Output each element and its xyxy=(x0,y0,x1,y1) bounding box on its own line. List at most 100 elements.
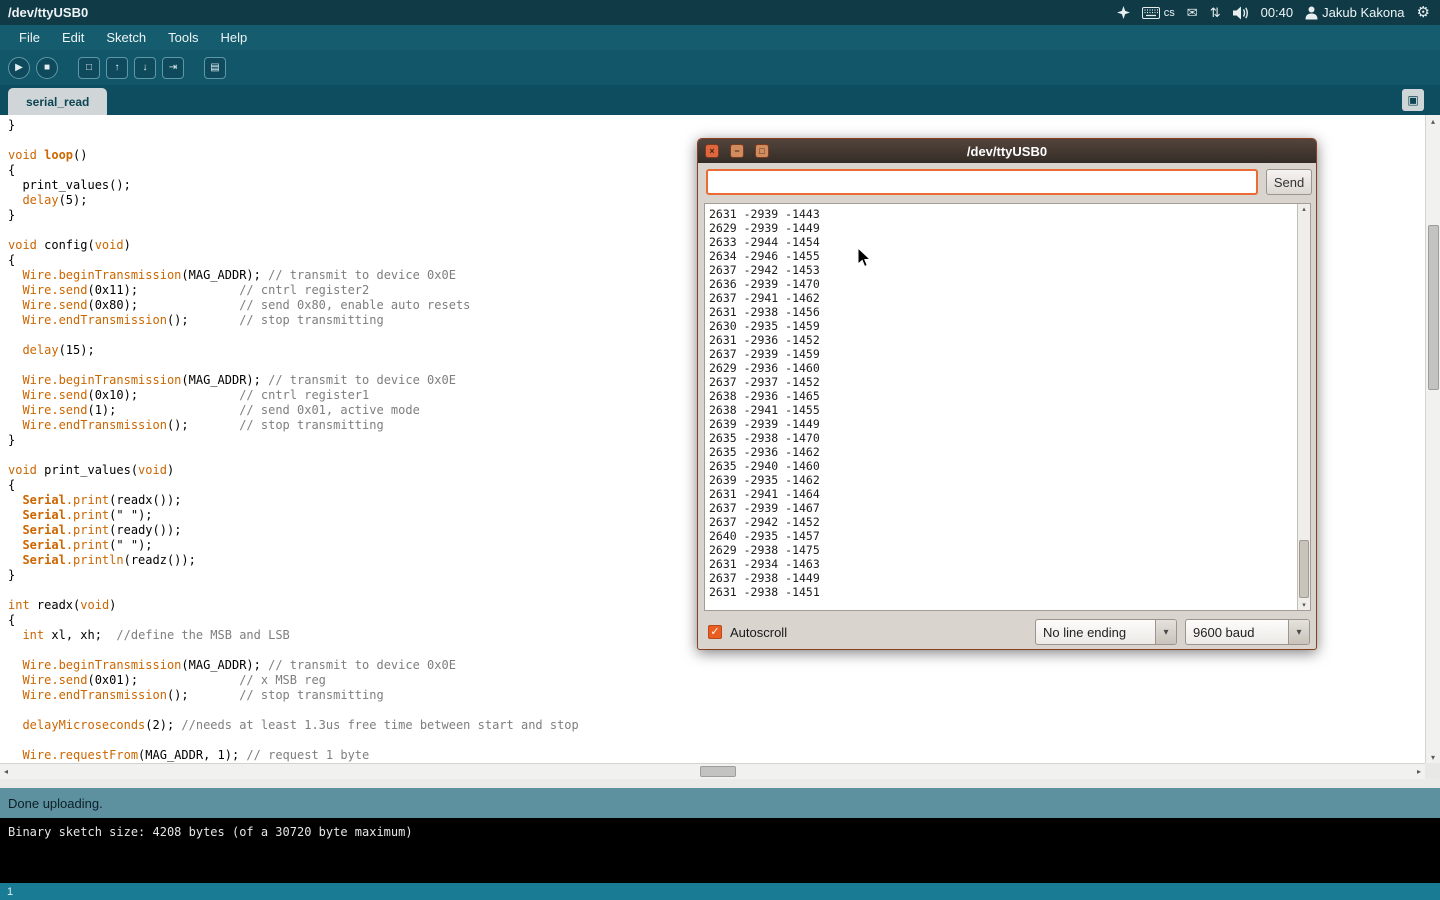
scroll-right-button[interactable]: ▸ xyxy=(1413,764,1425,779)
save-button[interactable]: ↓ xyxy=(134,57,156,79)
serial-output-line: 2637 -2939 -1459 xyxy=(709,347,820,361)
user-menu[interactable]: Jakub Kakona xyxy=(1305,5,1404,20)
code-line: void config(void) xyxy=(8,238,579,253)
serial-output-line: 2631 -2941 -1464 xyxy=(709,487,820,501)
upload-button[interactable]: ⇥ xyxy=(162,57,184,79)
code-line xyxy=(8,643,579,658)
serial-monitor-titlebar[interactable]: × − □ /dev/ttyUSB0 xyxy=(698,139,1316,163)
new-button[interactable]: □ xyxy=(78,57,100,79)
code-line: void print_values(void) xyxy=(8,463,579,478)
code-line: } xyxy=(8,568,579,583)
autoscroll-checkbox[interactable]: ✓ xyxy=(708,625,722,639)
clock[interactable]: 00:40 xyxy=(1261,5,1294,20)
serial-monitor-button[interactable]: ▤ xyxy=(204,57,226,79)
code-line: Wire.send(0x11); // cntrl register2 xyxy=(8,283,579,298)
keyboard-indicator[interactable]: cs xyxy=(1142,7,1175,19)
serial-monitor-icon: ▤ xyxy=(210,62,219,73)
code-line: { xyxy=(8,613,579,628)
horizontal-scrollbar-thumb[interactable] xyxy=(700,766,736,777)
code-line: Wire.send(0x80); // send 0x80, enable au… xyxy=(8,298,579,313)
network-arrows-icon[interactable]: ⇅ xyxy=(1210,6,1221,19)
active-window-title: /dev/ttyUSB0 xyxy=(0,5,88,20)
footer-bar: 1 xyxy=(0,883,1440,900)
indicator-star-icon[interactable] xyxy=(1117,6,1130,19)
serial-output-line: 2637 -2938 -1449 xyxy=(709,571,820,585)
serial-output-scrollbar[interactable]: ▴ ▾ xyxy=(1297,204,1310,610)
send-button-label: Send xyxy=(1274,175,1304,190)
scroll-up-icon: ▴ xyxy=(1302,205,1306,213)
line-ending-select[interactable]: No line ending ▾ xyxy=(1035,619,1177,645)
tab-menu-button[interactable]: ▣ xyxy=(1402,89,1424,111)
code-line: int xl, xh; //define the MSB and LSB xyxy=(8,628,579,643)
editor-bottom-strip xyxy=(0,779,1440,788)
serial-scroll-up-button[interactable]: ▴ xyxy=(1298,204,1310,214)
baud-rate-select[interactable]: 9600 baud ▾ xyxy=(1185,619,1310,645)
keyboard-icon xyxy=(1142,7,1160,19)
code-line: { xyxy=(8,253,579,268)
autoscroll-label: Autoscroll xyxy=(730,625,787,640)
serial-output-line: 2637 -2941 -1462 xyxy=(709,291,820,305)
mail-icon[interactable]: ✉ xyxy=(1187,6,1198,19)
code-line: { xyxy=(8,163,579,178)
code-line: print_values(); xyxy=(8,178,579,193)
vertical-scrollbar-thumb[interactable] xyxy=(1428,225,1439,390)
code-line: int readx(void) xyxy=(8,598,579,613)
serial-output-line: 2637 -2942 -1453 xyxy=(709,263,820,277)
serial-output-line: 2629 -2938 -1475 xyxy=(709,543,820,557)
code-line xyxy=(8,583,579,598)
system-tray: cs ✉ ⇅ 00:40 Jakub Kakona ⚙ xyxy=(1117,5,1440,20)
volume-icon[interactable] xyxy=(1233,6,1249,20)
serial-output-line: 2638 -2941 -1455 xyxy=(709,403,820,417)
serial-scrollbar-thumb[interactable] xyxy=(1299,540,1309,598)
close-button[interactable]: × xyxy=(705,144,719,158)
editor-horizontal-scrollbar[interactable]: ◂ ▸ xyxy=(0,763,1425,779)
menu-sketch[interactable]: Sketch xyxy=(95,25,157,50)
baud-rate-value: 9600 baud xyxy=(1186,620,1288,644)
menu-tools[interactable]: Tools xyxy=(157,25,209,50)
code-line: Wire.endTransmission(); // stop transmit… xyxy=(8,418,579,433)
serial-output-line: 2637 -2942 -1452 xyxy=(709,515,820,529)
scroll-up-button[interactable]: ▴ xyxy=(1426,115,1440,127)
line-number-indicator: 1 xyxy=(7,886,13,898)
serial-output-line: 2638 -2936 -1465 xyxy=(709,389,820,403)
menu-file[interactable]: File xyxy=(8,25,51,50)
stop-button[interactable]: ■ xyxy=(36,57,58,79)
minimize-button[interactable]: − xyxy=(730,144,744,158)
serial-monitor-title: /dev/ttyUSB0 xyxy=(967,144,1047,159)
open-icon: ↑ xyxy=(115,62,120,73)
serial-output-line: 2636 -2939 -1470 xyxy=(709,277,820,291)
mouse-cursor xyxy=(857,247,871,268)
serial-output: 2631 -2939 -14432629 -2939 -14492633 -29… xyxy=(709,207,820,599)
editor-vertical-scrollbar[interactable]: ▴ ▾ xyxy=(1425,115,1440,763)
serial-send-input[interactable] xyxy=(706,169,1258,195)
dropdown-arrow-icon: ▾ xyxy=(1155,620,1176,644)
maximize-icon: □ xyxy=(759,146,764,156)
code-line: Wire.endTransmission(); // stop transmit… xyxy=(8,688,579,703)
tab-menu-icon: ▣ xyxy=(1407,93,1418,107)
code-line: void loop() xyxy=(8,148,579,163)
serial-scroll-down-button[interactable]: ▾ xyxy=(1298,600,1310,610)
gear-icon[interactable]: ⚙ xyxy=(1417,5,1430,20)
code-line: Wire.requestFrom(MAG_ADDR, 1); // reques… xyxy=(8,748,579,763)
new-sketch-icon: □ xyxy=(86,62,92,73)
scroll-down-button[interactable]: ▾ xyxy=(1426,751,1440,763)
menu-edit[interactable]: Edit xyxy=(51,25,95,50)
send-button[interactable]: Send xyxy=(1266,169,1312,195)
user-icon xyxy=(1305,6,1318,20)
verify-button[interactable]: ▶ xyxy=(8,57,30,79)
tab-serial-read[interactable]: serial_read xyxy=(8,88,107,115)
code-line: Serial.print(readx()); xyxy=(8,493,579,508)
code-line: } xyxy=(8,208,579,223)
scroll-up-icon: ▴ xyxy=(1431,117,1435,126)
tab-bar: serial_read ▣ xyxy=(0,85,1440,115)
scroll-left-button[interactable]: ◂ xyxy=(0,764,12,779)
code-line: Wire.endTransmission(); // stop transmit… xyxy=(8,313,579,328)
maximize-button[interactable]: □ xyxy=(755,144,769,158)
serial-output-line: 2640 -2935 -1457 xyxy=(709,529,820,543)
username: Jakub Kakona xyxy=(1322,5,1404,20)
arduino-ide-screen: /dev/ttyUSB0 cs ✉ ⇅ 00:40 xyxy=(0,0,1440,900)
code-line xyxy=(8,448,579,463)
minimize-icon: − xyxy=(734,146,739,156)
open-button[interactable]: ↑ xyxy=(106,57,128,79)
menu-help[interactable]: Help xyxy=(209,25,258,50)
